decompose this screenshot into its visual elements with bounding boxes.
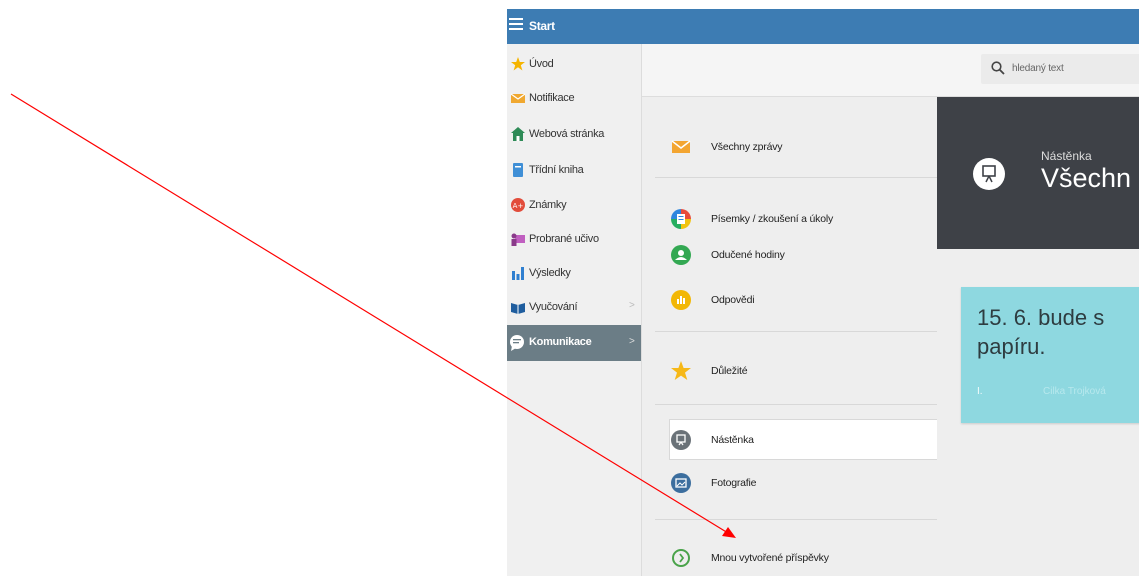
annotation-arrow [10, 93, 736, 538]
